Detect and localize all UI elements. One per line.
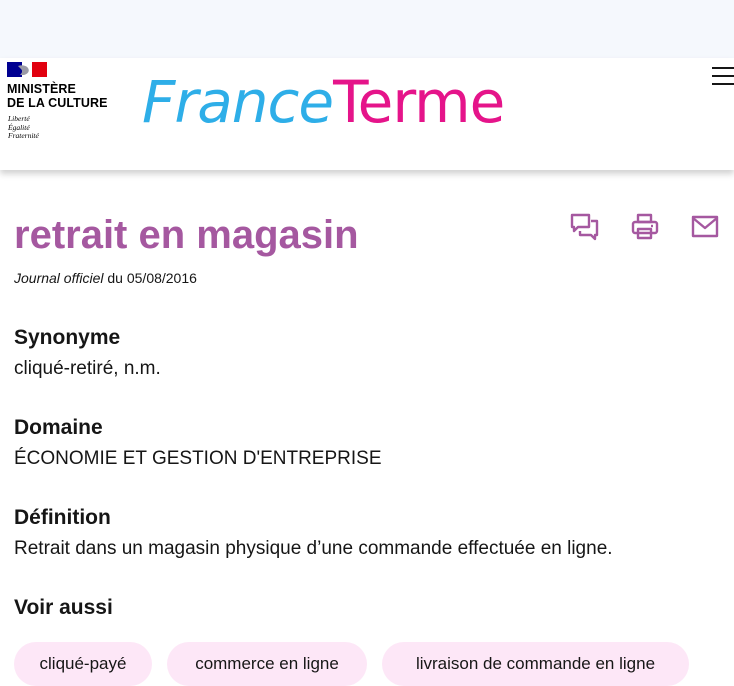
domaine-value: ÉCONOMIE ET GESTION D'ENTREPRISE <box>14 448 382 469</box>
print-icon[interactable] <box>630 212 660 242</box>
franceterme-logo[interactable]: FranceTerme <box>142 62 505 142</box>
ministry-name: MINISTÈRE DE LA CULTURE <box>7 82 108 110</box>
brand-france: France <box>142 68 334 136</box>
menu-bar <box>712 83 734 85</box>
see-also-tag[interactable]: cliqué-payé <box>14 642 152 686</box>
journal-label: Journal officiel <box>14 270 104 286</box>
term-title: retrait en magasin <box>14 213 359 257</box>
marianne-logo <box>7 62 47 77</box>
motto-fraternite: Fraternité <box>8 131 39 140</box>
top-band <box>0 0 734 58</box>
journal-officiel-reference: Journal officiel du 05/08/2016 <box>14 270 197 286</box>
see-also-tags: cliqué-payé commerce en ligne livraison … <box>14 642 720 686</box>
site-header: MINISTÈRE DE LA CULTURE Liberté Égalité … <box>0 58 734 170</box>
see-also-tag[interactable]: commerce en ligne <box>167 642 367 686</box>
see-also-tag[interactable]: livraison de commande en ligne <box>382 642 689 686</box>
synonyme-value: cliqué-retiré, n.m. <box>14 358 161 379</box>
comment-icon[interactable] <box>570 212 600 242</box>
definition-value: Retrait dans un magasin physique d’une c… <box>14 538 613 559</box>
mail-icon[interactable] <box>690 212 720 242</box>
brand-terme: Terme <box>333 68 505 136</box>
republic-motto: Liberté Égalité Fraternité <box>8 114 39 141</box>
journal-date: du 05/08/2016 <box>103 270 197 286</box>
voir-aussi-label: Voir aussi <box>14 596 113 619</box>
term-actions <box>570 212 720 244</box>
ministry-line-2: DE LA CULTURE <box>7 96 108 110</box>
definition-label: Définition <box>14 506 111 529</box>
synonyme-label: Synonyme <box>14 326 121 349</box>
menu-bar <box>712 67 734 69</box>
domaine-label: Domaine <box>14 416 103 439</box>
menu-bar <box>712 75 734 77</box>
ministry-line-1: MINISTÈRE <box>7 82 76 96</box>
hamburger-menu-icon[interactable] <box>712 67 734 87</box>
